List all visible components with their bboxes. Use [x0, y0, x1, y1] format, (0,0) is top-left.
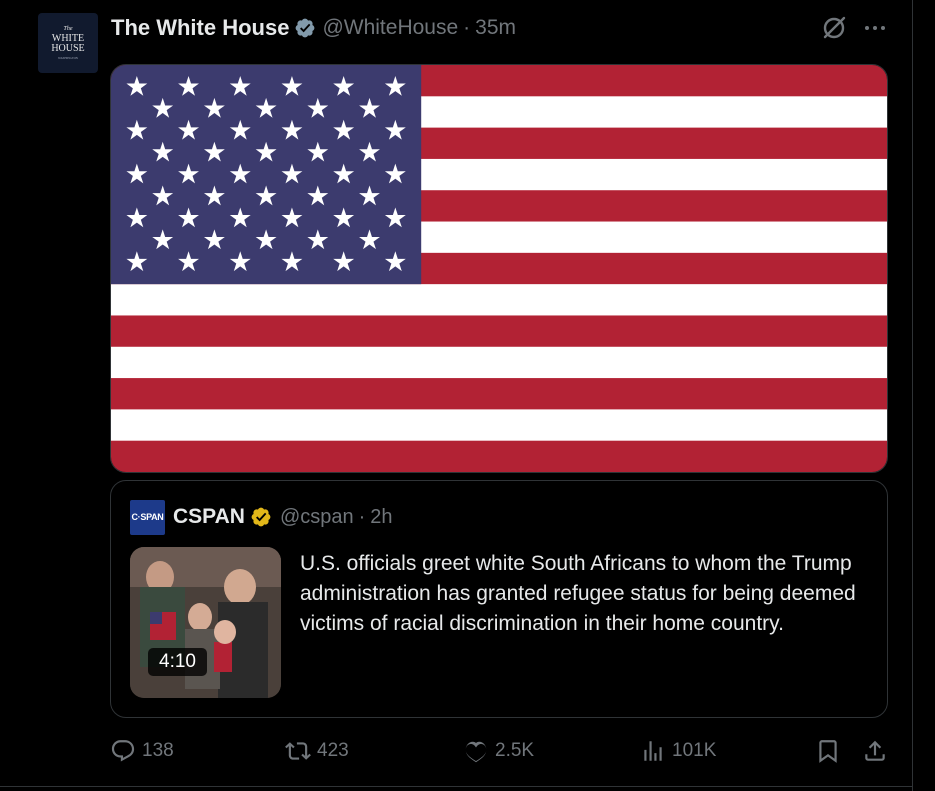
post-time[interactable]: 35m [475, 16, 516, 40]
quote-text: U.S. officials greet white South African… [300, 552, 856, 635]
flag-stripe [111, 378, 887, 410]
flag-canton [111, 65, 422, 285]
flag-image [111, 65, 887, 472]
views-icon [644, 741, 662, 761]
quote-author-name[interactable]: CSPAN [173, 505, 245, 529]
quote-avatar[interactable]: C·SPAN [130, 499, 165, 535]
avatar-text-1: The [63, 26, 73, 32]
video-duration: 4:10 [148, 648, 207, 676]
grok-icon[interactable] [821, 15, 847, 41]
heart-icon [465, 741, 487, 763]
quote-author-handle[interactable]: @cspan [280, 506, 354, 529]
views-count: 101K [672, 740, 717, 761]
author-name[interactable]: The White House [111, 15, 289, 41]
bookmark-button[interactable] [815, 736, 841, 766]
separator-dot: · [463, 16, 471, 39]
column-border [912, 0, 913, 791]
flag-stripe [111, 409, 887, 442]
quoted-post[interactable]: C·SPAN CSPAN @cspan · 2h 4:10 U.S. offic… [110, 480, 888, 718]
flag-stripe [111, 284, 887, 316]
flag-stripe [111, 315, 887, 348]
verified-gray-icon [296, 18, 315, 38]
post-header: The White House @WhiteHouse · 35m [111, 14, 516, 42]
quote-separator-dot: · [358, 505, 366, 528]
post-divider [0, 786, 912, 787]
bookmark-icon [819, 740, 837, 763]
author-handle[interactable]: @WhiteHouse [322, 16, 458, 40]
post-actions: 138 423 2.5K 101K [110, 736, 890, 766]
reply-count: 138 [142, 740, 174, 761]
share-button[interactable] [862, 736, 888, 766]
like-count: 2.5K [495, 740, 535, 761]
post-media-image[interactable] [110, 64, 888, 473]
flag-stripe [111, 440, 887, 472]
avatar-text-3: HOUSE [51, 43, 85, 54]
views-button[interactable]: 101K [640, 736, 716, 766]
repost-count: 423 [317, 740, 349, 761]
quote-video-thumbnail[interactable]: 4:10 [130, 547, 281, 698]
quote-time[interactable]: 2h [370, 506, 392, 529]
repost-button[interactable]: 423 [285, 736, 349, 766]
reply-button[interactable]: 138 [110, 736, 174, 766]
author-avatar[interactable]: The WHITE HOUSE WASHINGTON [38, 13, 98, 73]
reply-icon [111, 740, 135, 762]
quote-header: C·SPAN CSPAN @cspan · 2h [130, 499, 393, 535]
like-button[interactable]: 2.5K [463, 736, 534, 766]
flag-stripe [111, 346, 887, 379]
more-options-icon[interactable] [862, 15, 888, 41]
repost-icon [285, 742, 311, 760]
verified-gold-icon [251, 507, 271, 527]
share-icon [865, 740, 885, 761]
avatar-text-4: WASHINGTON [58, 56, 78, 60]
